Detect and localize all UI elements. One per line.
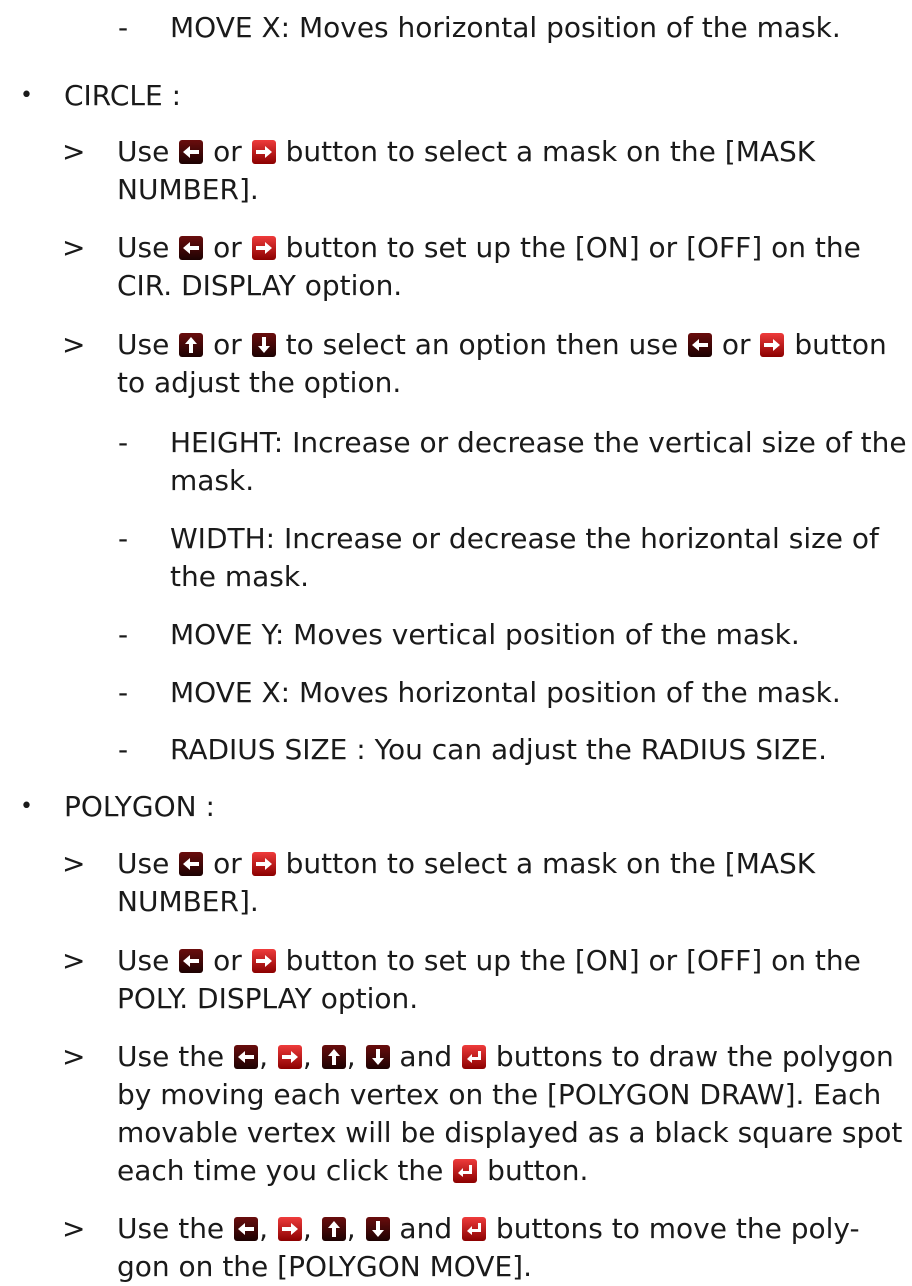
right-arrow-button-icon [251, 852, 276, 876]
word-or: or [213, 944, 242, 977]
word-use: Use [117, 135, 170, 168]
line-each-time: each time you click the button. [117, 1152, 588, 1190]
arrow-marker: > [62, 328, 86, 361]
circle-line-select-option: Use or to select an option then use or b… [117, 326, 887, 364]
bullet-marker: • [20, 83, 33, 108]
up-arrow-button-icon [321, 1045, 346, 1069]
dash-marker: - [118, 618, 129, 651]
polygon-line-move: Use the , , , and buttons to move the po… [117, 1210, 860, 1248]
circle-line-set-display: Use or button to set up the [ON] or [OFF… [117, 229, 861, 267]
line-polygon-draw: by moving each vertex on the [POLYGON DR… [117, 1078, 882, 1111]
comma: , [259, 1212, 268, 1245]
comma: , [346, 1212, 356, 1245]
line-text: to select an option then use [285, 328, 679, 361]
enter-button-icon [453, 1159, 478, 1183]
word-or: or [213, 135, 242, 168]
line-move-x-2: MOVE X: Moves horizontal position of the… [170, 676, 841, 709]
arrow-marker: > [62, 231, 86, 264]
word-or: or [213, 847, 242, 880]
line-text: buttons to move the poly- [495, 1212, 860, 1245]
line-cir-display: CIR. DISPLAY option. [117, 269, 403, 302]
line-text: button to set up the [ON] or [OFF] on th… [285, 944, 861, 977]
word-use-the: Use the [117, 1212, 225, 1245]
word-use: Use [117, 231, 170, 264]
line-width-cont: the mask. [170, 560, 309, 593]
line-text: button to set up the [ON] or [OFF] on th… [285, 231, 861, 264]
polygon-line-draw: Use the , , , and buttons to draw the po… [117, 1038, 894, 1076]
enter-button-icon [462, 1217, 487, 1241]
right-arrow-button-icon [251, 236, 276, 260]
dash-marker: - [118, 426, 129, 459]
line-polygon-move: gon on the [POLYGON MOVE]. [117, 1250, 532, 1283]
line-width: WIDTH: Increase or decrease the horizont… [170, 522, 879, 555]
right-arrow-button-icon [760, 333, 785, 357]
down-arrow-button-icon [365, 1045, 390, 1069]
line-number: NUMBER]. [117, 885, 259, 918]
polygon-line-select-mask: Use or button to select a mask on the [M… [117, 845, 815, 883]
bullet-marker: • [20, 794, 33, 819]
comma: , [259, 1040, 268, 1073]
line-move-x-1: MOVE X: Moves horizontal position of the… [170, 11, 841, 44]
line-poly-display: POLY. DISPLAY option. [117, 982, 419, 1015]
word-or: or [213, 328, 242, 361]
line-height: HEIGHT: Increase or decrease the vertica… [170, 426, 907, 459]
left-arrow-button-icon [179, 140, 204, 164]
arrow-marker: > [62, 135, 86, 168]
arrow-marker: > [62, 1212, 86, 1245]
arrow-marker: > [62, 1040, 86, 1073]
word-or: or [721, 328, 751, 361]
up-arrow-button-icon [321, 1217, 346, 1241]
left-arrow-button-icon [179, 236, 204, 260]
enter-button-icon [462, 1045, 487, 1069]
dash-marker: - [118, 522, 129, 555]
line-number: NUMBER]. [117, 173, 259, 206]
word-and: and [399, 1212, 453, 1245]
word-use: Use [117, 328, 170, 361]
word-or: or [213, 231, 242, 264]
line-vertex-displayed: movable vertex will be displayed as a bl… [117, 1116, 903, 1149]
line-text: button to select a mask on the [MASK [285, 135, 816, 168]
down-arrow-button-icon [251, 333, 276, 357]
comma: , [302, 1212, 312, 1245]
right-arrow-button-icon [277, 1217, 302, 1241]
arrow-marker: > [62, 847, 86, 880]
dash-marker: - [118, 733, 129, 766]
left-arrow-button-icon [234, 1045, 259, 1069]
up-arrow-button-icon [179, 333, 204, 357]
dash-marker: - [118, 676, 129, 709]
line-move-y: MOVE Y: Moves vertical position of the m… [170, 618, 800, 651]
word-use: Use [117, 847, 170, 880]
right-arrow-button-icon [251, 140, 276, 164]
line-text: button to select a mask on the [MASK [285, 847, 816, 880]
line-text: each time you click the [117, 1154, 444, 1187]
left-arrow-button-icon [179, 852, 204, 876]
down-arrow-button-icon [365, 1217, 390, 1241]
comma: , [302, 1040, 312, 1073]
line-adjust-option: to adjust the option. [117, 366, 402, 399]
right-arrow-button-icon [251, 949, 276, 973]
word-use: Use [117, 944, 170, 977]
left-arrow-button-icon [234, 1217, 259, 1241]
heading-circle: CIRCLE : [64, 79, 182, 112]
comma: , [346, 1040, 356, 1073]
left-arrow-button-icon [179, 949, 204, 973]
word-use-the: Use the [117, 1040, 225, 1073]
line-text: button [794, 328, 887, 361]
word-and: and [399, 1040, 453, 1073]
right-arrow-button-icon [277, 1045, 302, 1069]
left-arrow-button-icon [688, 333, 713, 357]
dash-marker: - [118, 11, 129, 44]
heading-polygon: POLYGON : [64, 790, 215, 823]
line-text: button. [487, 1154, 589, 1187]
line-text: buttons to draw the polygon [495, 1040, 894, 1073]
line-height-cont: mask. [170, 464, 255, 497]
polygon-line-set-display: Use or button to set up the [ON] or [OFF… [117, 942, 861, 980]
arrow-marker: > [62, 944, 86, 977]
line-radius-size: RADIUS SIZE : You can adjust the RADIUS … [170, 733, 828, 766]
circle-line-select-mask: Use or button to select a mask on the [M… [117, 133, 815, 171]
